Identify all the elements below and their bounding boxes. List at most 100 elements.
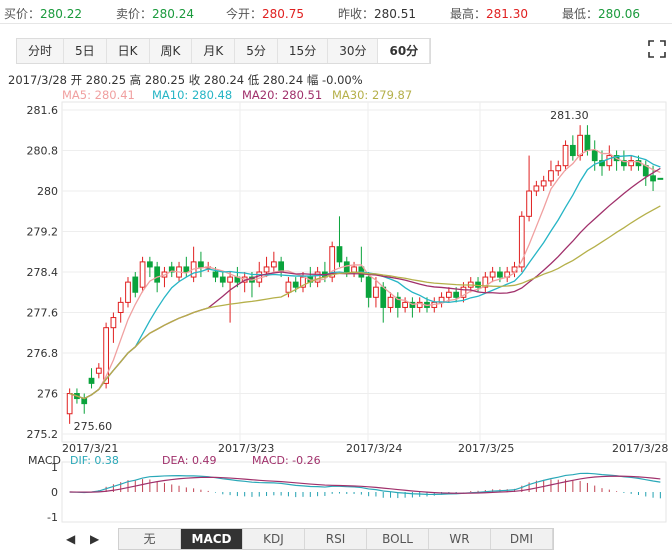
indicator-tab-2[interactable]: KDJ: [243, 529, 305, 549]
ask-value: 280.24: [152, 7, 195, 21]
candle-body: [314, 271, 321, 283]
candle-body: [482, 276, 489, 288]
candle-body: [270, 261, 277, 268]
candle-body: [402, 301, 408, 308]
y-tick-label: 276: [37, 388, 58, 401]
indicator-tab-5[interactable]: WR: [429, 529, 491, 549]
candle-body: [234, 276, 241, 283]
period-tab-8[interactable]: 60分: [378, 39, 431, 63]
candle-body: [613, 155, 620, 162]
candle-body: [256, 271, 263, 283]
candle-body: [249, 276, 255, 283]
low-annotation: 275.60: [74, 420, 113, 433]
ma30-line: [69, 205, 661, 400]
candle-body: [504, 271, 511, 278]
candle-body: [445, 291, 452, 298]
prev-close-label: 昨收：: [338, 7, 375, 21]
period-tab-3[interactable]: 周K: [150, 39, 193, 63]
candle-body: [168, 266, 175, 273]
y-tick-label: 278.4: [27, 266, 59, 279]
period-tab-5[interactable]: 5分: [235, 39, 278, 63]
candle-body: [351, 266, 357, 273]
candle-body: [642, 165, 649, 177]
candle-body: [394, 296, 401, 308]
candle-body: [190, 261, 197, 278]
candle-body: [365, 276, 372, 298]
low-quote: 最低：280.06: [562, 5, 640, 22]
ma10-line: [69, 154, 661, 400]
candle-body: [212, 271, 219, 278]
ma20-line: [69, 167, 661, 400]
y-tick-label: 279.2: [27, 226, 59, 239]
y-tick-label: 276.8: [27, 347, 59, 360]
period-tabs: 分时 5日 日K 周K 月K 5分 15分 30分 60分: [16, 38, 432, 64]
indicator-tab-4[interactable]: BOLL: [367, 529, 429, 549]
candle-info-line: 2017/3/28 开 280.25 高 280.25 收 280.24 低 2…: [8, 73, 363, 87]
dea-label: DEA: 0.49: [162, 454, 216, 467]
candle-body: [548, 170, 554, 182]
dif-line: [69, 472, 661, 496]
candle-body: [95, 367, 102, 374]
indicator-tab-3[interactable]: RSI: [305, 529, 367, 549]
macd-title: MACD: [28, 454, 61, 467]
candle-body: [431, 301, 438, 308]
candle-body: [621, 160, 627, 167]
prev-close-value: 280.51: [374, 7, 417, 21]
candle-body: [219, 276, 226, 283]
period-tab-2[interactable]: 日K: [107, 39, 150, 63]
next-button[interactable]: ▶: [90, 532, 99, 546]
candle-body: [278, 261, 285, 273]
candle-body: [132, 276, 139, 293]
candle-body: [540, 180, 547, 187]
period-tab-7[interactable]: 30分: [328, 39, 379, 63]
high-label: 最高：: [450, 7, 487, 21]
indicator-tab-0[interactable]: 无: [119, 529, 181, 549]
macd-y-tick: 0: [51, 486, 58, 499]
candle-body: [241, 276, 248, 283]
candle-body: [146, 261, 153, 268]
indicator-tab-1[interactable]: MACD: [181, 529, 243, 549]
candle-body: [88, 377, 95, 384]
prev-button[interactable]: ◀: [66, 532, 75, 546]
candle-body: [438, 296, 445, 303]
x-tick-label: 2017/3/23: [218, 442, 274, 455]
period-tab-1[interactable]: 5日: [64, 39, 107, 63]
candle-body: [198, 261, 204, 268]
candle-body: [329, 246, 336, 278]
indicator-tabs: 无 MACD KDJ RSI BOLL WR DMI: [118, 528, 554, 550]
macd-label: MACD: -0.26: [252, 454, 321, 467]
period-tab-4[interactable]: 月K: [192, 39, 236, 63]
period-tab-6[interactable]: 15分: [278, 39, 329, 63]
y-tick-label: 280: [37, 185, 58, 198]
candle-body: [387, 296, 394, 308]
candle-body: [300, 276, 306, 288]
period-tab-0[interactable]: 分时: [17, 39, 65, 63]
candle-body: [657, 177, 664, 180]
candle-body: [81, 398, 88, 405]
candle-body: [489, 271, 496, 278]
ma30-label: MA30: 279.87: [332, 88, 413, 102]
ma5-label: MA5: 280.41: [62, 88, 135, 102]
candle-body: [263, 266, 270, 273]
x-tick-label: 2017/3/25: [458, 442, 514, 455]
candle-body: [103, 327, 109, 384]
x-tick-label: 2017/3/21: [62, 442, 118, 455]
candle-body: [285, 281, 292, 293]
indicator-tab-6[interactable]: DMI: [491, 529, 553, 549]
bid-quote: 买价：280.22: [4, 5, 82, 22]
candle-body: [533, 185, 540, 192]
macd-y-tick: -1: [47, 511, 58, 524]
bid-value: 280.22: [40, 7, 83, 21]
x-tick-label: 2017/3/28: [612, 442, 668, 455]
y-tick-label: 280.8: [27, 145, 59, 158]
low-label: 最低：: [562, 7, 599, 21]
candle-body: [117, 301, 124, 313]
candle-body: [475, 281, 481, 288]
candle-body: [409, 301, 416, 308]
candle-body: [322, 271, 328, 278]
high-value: 281.30: [486, 7, 529, 21]
chart-frame: [61, 101, 667, 443]
open-label: 今开：: [226, 7, 263, 21]
fullscreen-icon[interactable]: [648, 40, 666, 58]
candle-body: [460, 286, 467, 298]
